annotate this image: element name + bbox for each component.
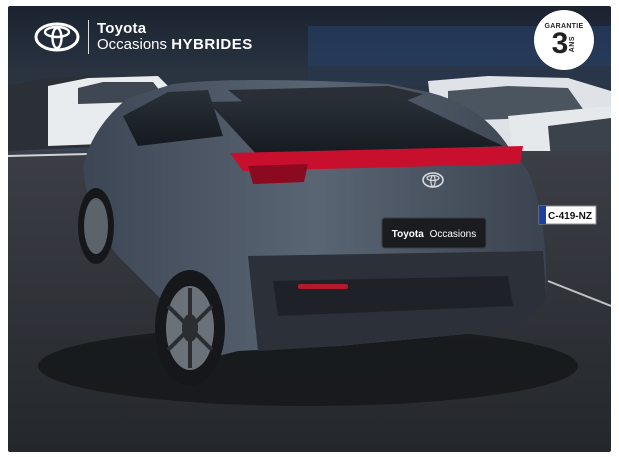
- neighbor-plate-text: C-419-NZ: [548, 211, 592, 222]
- brand-name: Toyota: [97, 20, 147, 38]
- rear-left-wheel: [155, 270, 225, 386]
- brand-subtitle-strong: HYBRIDES: [171, 36, 253, 53]
- brand-subtitle-prefix: Occasions: [97, 36, 168, 53]
- warranty-value: 3 ANS: [552, 29, 577, 59]
- brand-divider: [88, 20, 89, 54]
- brand-overlay: Toyota Occasions HYBRIDES: [34, 20, 253, 54]
- front-left-wheel: [78, 188, 114, 264]
- dealer-plate-text: Toyota Occasions: [392, 229, 477, 240]
- warranty-unit: ANS: [569, 35, 577, 53]
- warranty-number: 3: [551, 27, 569, 60]
- car-photo: Toyota Occasions C-419-NZ: [8, 6, 611, 452]
- brand-subtitle: Occasions HYBRIDES: [97, 37, 253, 53]
- toyota-logo-icon: [34, 22, 80, 52]
- warranty-badge: GARANTIE 3 ANS: [534, 10, 594, 70]
- brand-text: Toyota Occasions HYBRIDES: [97, 21, 253, 53]
